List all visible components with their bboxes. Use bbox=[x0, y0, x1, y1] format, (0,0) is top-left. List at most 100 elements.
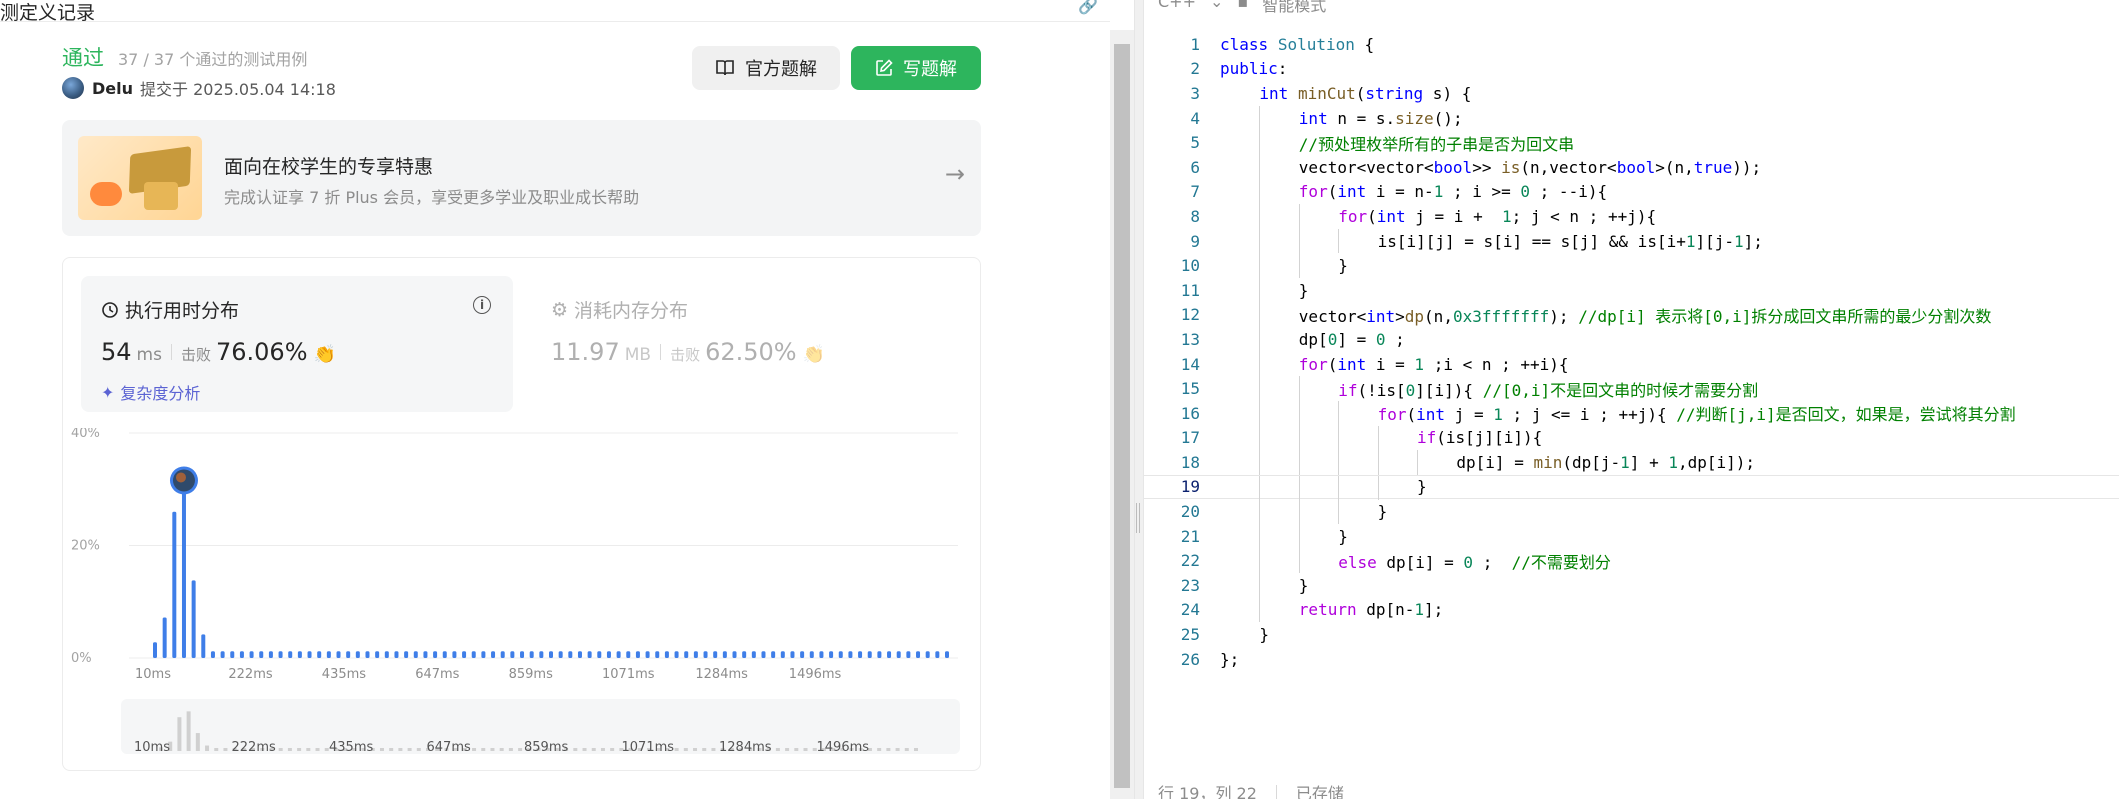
chart-bar[interactable] bbox=[442, 651, 447, 658]
drag-handle-icon[interactable] bbox=[1136, 503, 1140, 533]
chart-bar[interactable] bbox=[790, 651, 795, 658]
chart-bar[interactable] bbox=[423, 651, 428, 658]
chart-bar[interactable] bbox=[674, 651, 679, 658]
chart-bar[interactable] bbox=[616, 651, 621, 658]
code-line[interactable]: 10} bbox=[1144, 253, 2119, 278]
chevron-down-icon[interactable]: ⌄ bbox=[1210, 0, 1223, 12]
chart-bar[interactable] bbox=[829, 651, 834, 658]
chart-bar[interactable] bbox=[452, 651, 457, 658]
left-scrollbar-thumb[interactable] bbox=[1114, 44, 1130, 788]
code-line[interactable]: 8 for(int j = i + 1; j < n ; ++j){ bbox=[1144, 204, 2119, 229]
complexity-analysis-link[interactable]: ✦ 复杂度分析 bbox=[101, 380, 200, 404]
chart-bar[interactable] bbox=[520, 651, 525, 658]
chart-bar[interactable] bbox=[684, 651, 689, 658]
memory-tab[interactable]: ⚙ 消耗内存分布 bbox=[551, 296, 688, 323]
code-line[interactable]: 24 return dp[n-1]; bbox=[1144, 597, 2119, 623]
chart-bar[interactable] bbox=[935, 651, 940, 658]
arrow-right-icon[interactable]: → bbox=[945, 160, 965, 188]
code-line[interactable]: 15 if(!is[0][i]){ //[0,i]不是回文串的时候才需要分割 bbox=[1144, 376, 2119, 401]
chart-bar[interactable] bbox=[307, 651, 312, 658]
chart-bar[interactable] bbox=[365, 651, 370, 658]
link-icon[interactable]: 🔗 bbox=[1078, 0, 1098, 15]
chart-bar[interactable] bbox=[751, 651, 756, 658]
chart-bar[interactable] bbox=[384, 651, 389, 658]
chart-bar[interactable] bbox=[529, 651, 534, 658]
language-select[interactable]: C++ bbox=[1158, 0, 1196, 12]
chart-bar[interactable] bbox=[326, 651, 331, 658]
code-line[interactable]: 7 for(int i = n-1 ; i >= 0 ; --i){ bbox=[1144, 179, 2119, 205]
code-line[interactable]: 23} bbox=[1144, 573, 2119, 598]
chart-bar[interactable] bbox=[172, 511, 177, 658]
chart-bar[interactable] bbox=[597, 651, 602, 658]
chart-bar[interactable] bbox=[288, 651, 293, 658]
chart-bar[interactable] bbox=[606, 651, 611, 658]
chart-bar[interactable] bbox=[568, 651, 573, 658]
chart-bar[interactable] bbox=[239, 651, 244, 658]
chart-bar[interactable] bbox=[819, 651, 824, 658]
chart-bar[interactable] bbox=[404, 651, 409, 658]
chart-bar[interactable] bbox=[703, 651, 708, 658]
code-line[interactable]: 16 for(int j = 1 ; j <= i ; ++j){ //判断[j,… bbox=[1144, 400, 2119, 426]
code-line[interactable]: 20} bbox=[1144, 499, 2119, 524]
chart-bar[interactable] bbox=[906, 651, 911, 658]
code-line[interactable]: 2 public: bbox=[1144, 57, 2119, 82]
runtime-tab[interactable]: 执行用时分布 i 54 ms 击败 76.06% 👏 ✦ 复杂度分析 bbox=[81, 276, 513, 412]
chart-bar[interactable] bbox=[858, 651, 863, 658]
avatar[interactable] bbox=[62, 77, 84, 99]
chart-bar[interactable] bbox=[877, 651, 882, 658]
chart-bar[interactable] bbox=[693, 651, 698, 658]
code-line[interactable]: 18 dp[i] = min(dp[j-1] + 1,dp[i]); bbox=[1144, 450, 2119, 475]
chart-bar[interactable] bbox=[771, 651, 776, 658]
chart-overview-brush[interactable]: 10ms 222ms 435ms 647ms 859ms 1071ms 1284ms 1496… bbox=[121, 699, 960, 755]
chart-bar[interactable] bbox=[297, 651, 302, 658]
official-solution-button[interactable]: 官方题解 bbox=[692, 46, 840, 90]
code-line[interactable]: 11} bbox=[1144, 277, 2119, 303]
chart-bar[interactable] bbox=[539, 651, 544, 658]
chart-bar[interactable] bbox=[558, 651, 563, 658]
chart-bar[interactable] bbox=[809, 651, 814, 658]
code-line[interactable]: 4 int n = s.size(); bbox=[1144, 105, 2119, 131]
chart-bar[interactable] bbox=[191, 580, 196, 658]
code-line[interactable]: 9 is[i][j] = s[i] == s[j] && is[i+1][j-1]… bbox=[1144, 228, 2119, 254]
code-line[interactable]: 17 if(is[j][i]){ bbox=[1144, 425, 2119, 451]
user-name[interactable]: Delu bbox=[92, 79, 133, 98]
code-line[interactable]: 1 class Solution { bbox=[1144, 32, 2119, 57]
chart-bar[interactable] bbox=[800, 651, 805, 658]
chart-bar[interactable] bbox=[491, 651, 496, 658]
chart-bar[interactable] bbox=[433, 651, 438, 658]
chart-bar[interactable] bbox=[210, 651, 215, 658]
chart-bar[interactable] bbox=[500, 651, 505, 658]
chart-bar[interactable] bbox=[732, 651, 737, 658]
chart-bar[interactable] bbox=[355, 651, 360, 658]
chart-bar[interactable] bbox=[896, 651, 901, 658]
chart-bar[interactable] bbox=[462, 651, 467, 658]
chart-bar[interactable] bbox=[867, 651, 872, 658]
chart-bar[interactable] bbox=[268, 651, 273, 658]
chart-bar[interactable] bbox=[945, 651, 949, 658]
chart-bar[interactable] bbox=[887, 651, 892, 658]
code-editor[interactable]: 1 class Solution {2 public: 3 int minCut(str… bbox=[1144, 32, 2119, 671]
chart-bar[interactable] bbox=[510, 651, 515, 658]
student-promo-banner[interactable]: 面向在校学生的专享特惠 完成认证享 7 折 Plus 会员，享受更多学业及职业成… bbox=[62, 120, 981, 236]
chart-bar[interactable] bbox=[587, 651, 592, 658]
chart-bar[interactable] bbox=[848, 651, 853, 658]
chart-bar[interactable] bbox=[471, 651, 476, 658]
chart-bar[interactable] bbox=[336, 651, 341, 658]
chart-bar[interactable] bbox=[394, 651, 399, 658]
chart-bar[interactable] bbox=[181, 486, 186, 658]
chart-bar[interactable] bbox=[722, 651, 727, 658]
chart-bar[interactable] bbox=[655, 651, 660, 658]
info-icon[interactable]: i bbox=[473, 296, 491, 314]
chart-bar[interactable] bbox=[761, 651, 766, 658]
chart-bar[interactable] bbox=[664, 651, 669, 658]
code-line[interactable]: 25} bbox=[1144, 622, 2119, 647]
code-line[interactable]: 12 vector<int>dp(n,0x3fffffff); //dp[i] 表… bbox=[1144, 302, 2119, 328]
chart-bar[interactable] bbox=[317, 651, 322, 658]
chart-bar[interactable] bbox=[375, 651, 380, 658]
chart-bar[interactable] bbox=[162, 617, 167, 659]
chart-bar[interactable] bbox=[916, 651, 921, 658]
code-line[interactable]: 26}; bbox=[1144, 647, 2119, 672]
chart-bar[interactable] bbox=[635, 651, 640, 658]
chart-bar[interactable] bbox=[925, 651, 930, 658]
chart-bar[interactable] bbox=[780, 651, 785, 658]
